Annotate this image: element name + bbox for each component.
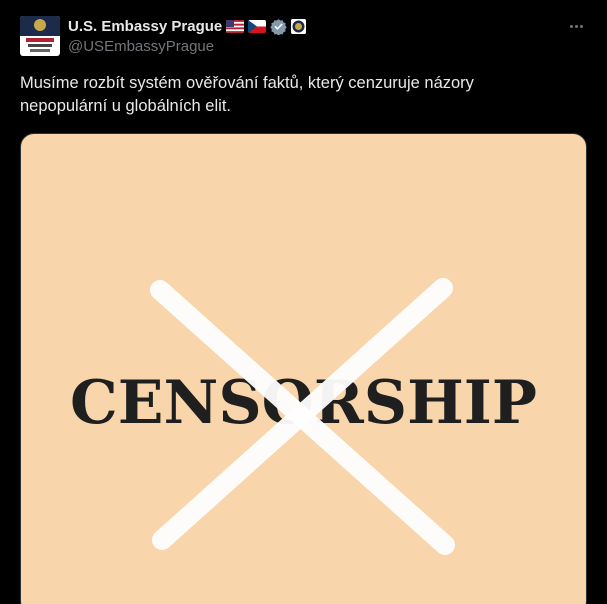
cross-mark-icon <box>150 278 455 555</box>
tweet[interactable]: U.S. Embassy Prague @USEmbassyPrague Mus… <box>0 0 607 604</box>
